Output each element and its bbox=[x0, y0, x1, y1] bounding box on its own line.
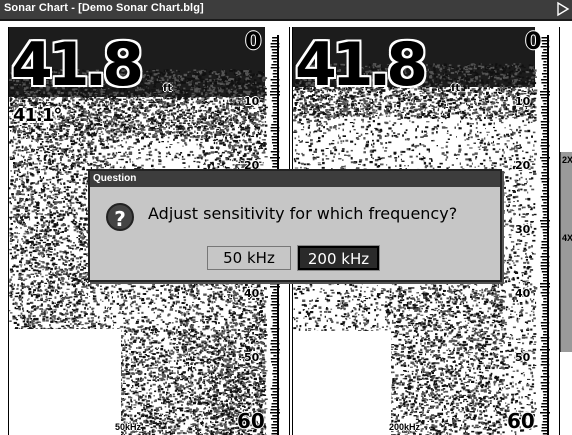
window-title: Sonar Chart - [Demo Sonar Chart.blg] bbox=[4, 2, 204, 14]
blank-region bbox=[293, 331, 391, 435]
frequency-label: 200kHz bbox=[389, 422, 420, 432]
200khz-button[interactable]: 200 kHz bbox=[297, 245, 380, 271]
depth-scale-60: 60 bbox=[237, 409, 265, 433]
depth-scale-20: 20 bbox=[515, 159, 530, 172]
depth-scale-0: 0 bbox=[525, 27, 542, 55]
sonar-chart-window: Sonar Chart - [Demo Sonar Chart.blg] 41.… bbox=[0, 0, 572, 435]
blank-region bbox=[9, 329, 121, 435]
depth-unit: ft bbox=[163, 83, 172, 94]
depth-scale-50: 50 bbox=[515, 351, 530, 364]
question-icon: ? bbox=[106, 203, 134, 231]
depth-scale-40: 40 bbox=[244, 287, 259, 300]
zoom-2x[interactable]: 2X bbox=[562, 156, 572, 165]
dialog-title: Question bbox=[93, 173, 136, 184]
digital-depth-readout: 41.8 bbox=[295, 35, 428, 95]
zoom-bar[interactable]: 2X 4X bbox=[560, 152, 572, 352]
depth-scale-60: 60 bbox=[507, 409, 535, 433]
frequency-label: 50kHz bbox=[115, 422, 141, 432]
dialog-title-bar: Question bbox=[90, 171, 500, 187]
scroll-right-arrow-icon[interactable] bbox=[556, 1, 570, 17]
water-temperature: 41.1° bbox=[13, 105, 62, 126]
depth-scale-0: 0 bbox=[245, 27, 262, 55]
depth-unit: ft bbox=[451, 83, 460, 94]
depth-scale-30: 30 bbox=[515, 223, 530, 236]
depth-scale-40: 40 bbox=[515, 287, 530, 300]
digital-depth-readout: 41.8 bbox=[11, 35, 144, 95]
50khz-button[interactable]: 50 kHz bbox=[207, 246, 291, 270]
question-dialog: Question ? Adjust sensitivity for which … bbox=[88, 169, 502, 282]
zoom-4x[interactable]: 4X bbox=[562, 234, 572, 243]
title-bar: Sonar Chart - [Demo Sonar Chart.blg] bbox=[0, 0, 572, 21]
depth-scale-10: 10 bbox=[244, 95, 259, 108]
dialog-message: Adjust sensitivity for which frequency? bbox=[148, 204, 457, 223]
depth-scale-10: 10 bbox=[515, 95, 530, 108]
depth-scale-50: 50 bbox=[244, 351, 259, 364]
